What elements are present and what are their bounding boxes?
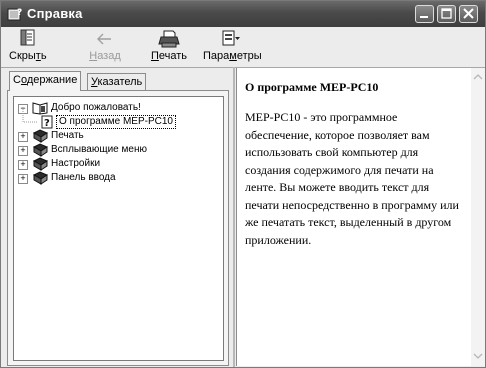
pane-splitter[interactable] [233,67,235,367]
closed-book-icon [32,129,48,143]
back-arrow-icon [97,33,111,45]
help-app-icon: ? [7,8,22,21]
print-button[interactable]: Печать [149,29,189,65]
tree-item-label: О программе MEP-PC10 [56,115,176,129]
vertical-scrollbar[interactable] [471,68,485,366]
tree-item-popup-menus[interactable]: + Всплывающие меню [14,143,219,157]
close-button[interactable] [459,5,478,23]
scroll-down-icon[interactable] [472,350,484,362]
tree-item-label: Настройки [51,158,101,169]
tab-index[interactable]: Указатель [87,73,147,91]
help-window: ? Справка Скрыть Назад Печать Параметры … [0,0,486,368]
topic-content: О программе MEP-PC10 MEP-PC10 - это прог… [245,80,465,249]
tree-item-label: Панель ввода [51,172,116,183]
topic-pane: О программе MEP-PC10 MEP-PC10 - это прог… [236,68,485,366]
close-icon [463,8,474,19]
options-button[interactable]: Параметры [203,29,262,65]
tree-item-settings[interactable]: + Настройки [14,157,219,171]
tree-item-label: Добро пожаловать! [51,102,141,113]
contents-panel: − Добро пожаловать! ? О программе MEP-PC… [7,90,229,366]
contents-tree[interactable]: − Добро пожаловать! ? О программе MEP-PC… [13,96,224,361]
hide-pane-icon [20,29,35,46]
tab-contents[interactable]: Содержание [9,71,82,91]
minimize-button[interactable] [415,5,434,23]
tree-item-label: Печать [51,130,84,141]
closed-book-icon [32,171,48,185]
toolbar: Скрыть Назад Печать Параметры [1,27,485,68]
expand-icon[interactable]: + [18,160,28,170]
closed-book-icon [32,143,48,157]
topic-heading: О программе MEP-PC10 [245,80,379,94]
title-bar[interactable]: ? Справка [1,1,485,27]
navigation-pane: Содержание Указатель − Добро пожаловать! [7,71,229,366]
tree-item-input-panel[interactable]: + Панель ввода [14,171,219,185]
expand-icon[interactable]: + [18,132,28,142]
tree-item-about[interactable]: ? О программе MEP-PC10 [14,107,219,129]
maximize-button[interactable] [437,5,456,23]
topic-body: MEP-PC10 - это программное обеспечение, … [245,110,459,247]
expand-icon[interactable]: + [18,174,28,184]
options-icon [222,30,240,46]
tree-item-print[interactable]: + Печать [14,129,219,143]
printer-icon [158,30,180,48]
window-title: Справка [27,6,83,21]
tree-item-label: Всплывающие меню [51,144,147,155]
maximize-icon [441,8,452,19]
scroll-up-icon[interactable] [472,71,484,83]
closed-book-icon [32,157,48,171]
help-page-icon: ? [41,115,53,129]
svg-text:?: ? [44,118,50,129]
minimize-icon [420,16,428,18]
expand-icon[interactable]: + [18,146,28,156]
back-button[interactable]: Назад [87,29,123,65]
hide-button[interactable]: Скрыть [9,29,47,65]
svg-text:?: ? [17,8,22,18]
tab-strip: Содержание Указатель [7,71,229,91]
